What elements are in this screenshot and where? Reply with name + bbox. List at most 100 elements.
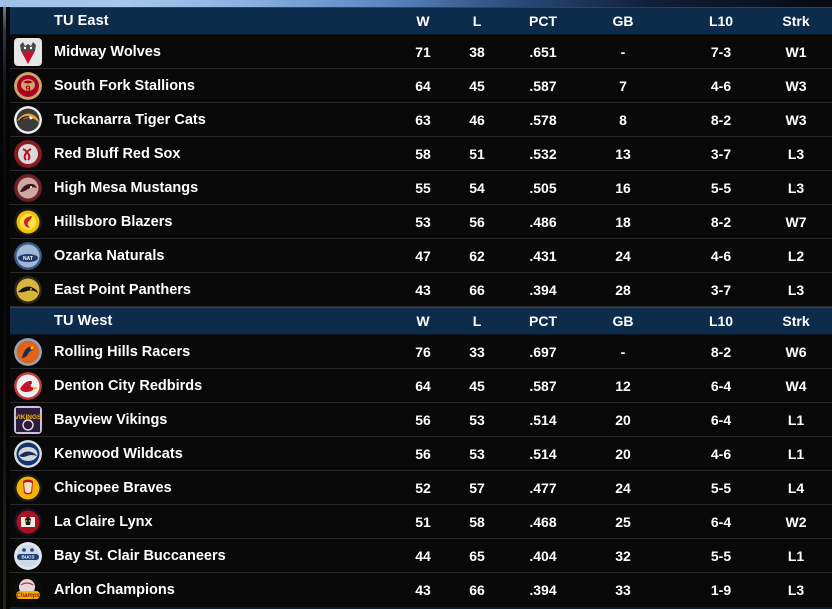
kenwood-wildcats-logo	[14, 440, 42, 468]
column-header-gb[interactable]: GB	[613, 313, 634, 329]
cell-losses: 54	[469, 180, 485, 196]
bayview-vikings-logo: VIKINGS	[14, 406, 42, 434]
cell-pct: .468	[529, 514, 557, 530]
team-name[interactable]: Arlon Champions	[54, 573, 175, 607]
table-row[interactable]: 9 South Fork Stallions 64 45 .587 7 4-6 W3	[10, 69, 832, 103]
cell-losses: 53	[469, 412, 485, 428]
standings-screen: TU East W L PCT GB L10 Strk Midway Wolves 71 38.6…	[0, 0, 832, 609]
table-row[interactable]: Champs Arlon Champions 43 66 .394 33 1-9 L3	[10, 573, 832, 607]
team-name[interactable]: Chicopee Braves	[54, 471, 172, 505]
cell-losses: 66	[469, 282, 485, 298]
team-name[interactable]: Bayview Vikings	[54, 403, 167, 437]
cell-wins: 63	[415, 112, 431, 128]
cell-wins: 43	[415, 282, 431, 298]
cell-losses: 53	[469, 446, 485, 462]
table-row[interactable]: Midway Wolves 71 38 .651 - 7-3 W1	[10, 35, 832, 69]
cell-pct: .431	[529, 248, 557, 264]
table-row[interactable]: Kenwood Wildcats 56 53 .514 20 4-6 L1	[10, 437, 832, 471]
svg-text:NAT: NAT	[23, 256, 33, 262]
cell-streak: L1	[787, 548, 805, 564]
cell-streak: L1	[787, 412, 805, 428]
table-row[interactable]: Hillsboro Blazers 53 56 .486 18 8-2 W7	[10, 205, 832, 239]
table-row[interactable]: Denton City Redbirds 64 45 .587 12 6-4 W4	[10, 369, 832, 403]
tuckanarra-tiger-cats-logo	[14, 106, 42, 134]
cell-last-10: 4-6	[710, 446, 732, 462]
team-name[interactable]: South Fork Stallions	[54, 69, 195, 103]
table-row[interactable]: High Mesa Mustangs 55 54 .505 16 5-5 L3	[10, 171, 832, 205]
cell-pct: .394	[529, 282, 557, 298]
table-row[interactable]: Chicopee Braves 52 57 .477 24 5-5 L4	[10, 471, 832, 505]
cell-streak: L1	[787, 446, 805, 462]
team-name[interactable]: Ozarka Naturals	[54, 239, 164, 273]
cell-wins: 47	[415, 248, 431, 264]
south-fork-stallions-logo: 9	[14, 72, 42, 100]
cell-streak: L3	[787, 582, 805, 598]
column-header-gb[interactable]: GB	[613, 13, 634, 29]
cell-streak: W6	[785, 344, 807, 360]
cell-last-10: 7-3	[710, 44, 732, 60]
column-header-pct[interactable]: PCT	[529, 313, 557, 329]
team-name[interactable]: Rolling Hills Racers	[54, 335, 190, 369]
team-name[interactable]: Hillsboro Blazers	[54, 205, 172, 239]
table-row[interactable]: BUCS Bay St. Clair Buccaneers 44 65 .404 32 5-…	[10, 539, 832, 573]
division-header-1: TU East W L PCT GB L10 Strk	[10, 7, 832, 35]
team-name[interactable]: Bay St. Clair Buccaneers	[54, 539, 226, 573]
cell-streak: W3	[785, 112, 807, 128]
red-bluff-red-sox-logo	[14, 140, 42, 168]
table-row[interactable]: East Point Panthers 43 66 .394 28 3-7 L3	[10, 273, 832, 307]
team-name[interactable]: La Claire Lynx	[54, 505, 153, 539]
column-header-w[interactable]: W	[416, 313, 429, 329]
column-header-l[interactable]: L	[473, 313, 482, 329]
table-row[interactable]: Rolling Hills Racers 76 33 .697 - 8-2 W6	[10, 335, 832, 369]
cell-losses: 57	[469, 480, 485, 496]
cell-last-10: 4-6	[710, 78, 732, 94]
table-row[interactable]: NAT Ozarka Naturals 47 62 .431 24 4-6 L2	[10, 239, 832, 273]
team-name[interactable]: Tuckanarra Tiger Cats	[54, 103, 206, 137]
cell-last-10: 3-7	[710, 146, 732, 162]
cell-last-10: 5-5	[710, 480, 732, 496]
cell-gb: 32	[615, 548, 631, 564]
table-row[interactable]: Tuckanarra Tiger Cats 63 46 .578 8 8-2 W3	[10, 103, 832, 137]
high-mesa-mustangs-logo	[14, 174, 42, 202]
column-header-strk[interactable]: Strk	[782, 13, 809, 29]
cell-last-10: 5-5	[710, 548, 732, 564]
cell-losses: 51	[469, 146, 485, 162]
column-header-l10[interactable]: L10	[709, 13, 733, 29]
chicopee-braves-logo	[14, 474, 42, 502]
cell-gb: 8	[619, 112, 627, 128]
team-name[interactable]: Denton City Redbirds	[54, 369, 202, 403]
cell-last-10: 6-4	[710, 378, 732, 394]
team-name[interactable]: East Point Panthers	[54, 273, 191, 307]
division-header-2: TU West W L PCT GB L10 Strk	[10, 307, 832, 335]
cell-wins: 52	[415, 480, 431, 496]
table-row[interactable]: VIKINGS Bayview Vikings 56 53 .514 20 6-4 L1	[10, 403, 832, 437]
table-row[interactable]: Red Bluff Red Sox 58 51 .532 13 3-7 L3	[10, 137, 832, 171]
arlon-champions-logo: Champs	[14, 576, 42, 604]
cell-gb: 16	[615, 180, 631, 196]
svg-text:9: 9	[25, 84, 30, 94]
table-row[interactable]: La Claire Lynx 51 58 .468 25 6-4 W2	[10, 505, 832, 539]
cell-losses: 46	[469, 112, 485, 128]
cell-last-10: 3-7	[710, 282, 732, 298]
cell-gb: 28	[615, 282, 631, 298]
cell-streak: L3	[787, 282, 805, 298]
column-header-pct[interactable]: PCT	[529, 13, 557, 29]
east-point-panthers-logo	[14, 276, 42, 304]
column-header-l10[interactable]: L10	[709, 313, 733, 329]
column-header-l[interactable]: L	[473, 13, 482, 29]
cell-streak: W1	[785, 44, 807, 60]
team-name[interactable]: Kenwood Wildcats	[54, 437, 183, 471]
column-header-w[interactable]: W	[416, 13, 429, 29]
cell-streak: L3	[787, 180, 805, 196]
team-name[interactable]: High Mesa Mustangs	[54, 171, 198, 205]
team-name[interactable]: Red Bluff Red Sox	[54, 137, 180, 171]
column-header-strk[interactable]: Strk	[782, 313, 809, 329]
team-name[interactable]: Midway Wolves	[54, 35, 161, 69]
cell-gb: 12	[615, 378, 631, 394]
cell-gb: 20	[615, 412, 631, 428]
cell-pct: .587	[529, 78, 557, 94]
cell-losses: 65	[469, 548, 485, 564]
cell-pct: .486	[529, 214, 557, 230]
cell-last-10: 4-6	[710, 248, 732, 264]
cell-streak: L3	[787, 146, 805, 162]
